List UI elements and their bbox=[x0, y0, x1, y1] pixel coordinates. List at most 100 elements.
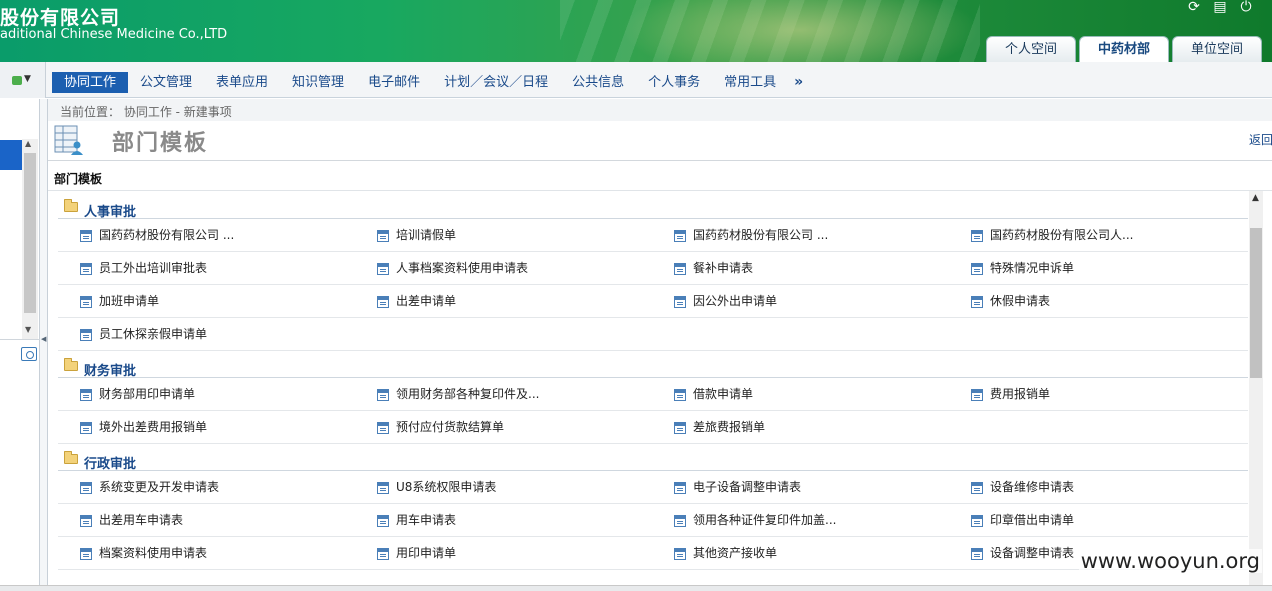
refresh-icon[interactable]: ⟳ bbox=[1186, 0, 1202, 14]
panel-splitter[interactable]: ◀ bbox=[40, 99, 47, 591]
nav-item-knowledge[interactable]: 知识管理 bbox=[280, 72, 356, 93]
category-finance[interactable]: 财务审批 bbox=[58, 352, 1248, 379]
template-item[interactable]: U8系统权限申请表 bbox=[355, 471, 652, 504]
template-item[interactable]: 差旅费报销单 bbox=[652, 411, 949, 444]
template-item[interactable]: 特殊情况申诉单 bbox=[949, 252, 1246, 285]
tab-herbal-dept[interactable]: 中药材部 bbox=[1079, 36, 1169, 62]
form-icon bbox=[377, 263, 389, 275]
main-area: 当前位置： 协同工作 - 新建事项 部门模板 返回 部门模板 人事审批 国药药材… bbox=[47, 99, 1272, 591]
form-icon bbox=[674, 389, 686, 401]
collapse-arrow-icon[interactable]: ◀ bbox=[41, 335, 46, 343]
chevron-down-icon: ▼ bbox=[24, 74, 31, 84]
template-item[interactable]: 出差申请单 bbox=[355, 285, 652, 318]
sidebar-divider bbox=[0, 339, 40, 340]
page-header: 部门模板 返回 bbox=[48, 121, 1272, 161]
template-item[interactable]: 领用各种证件复印件加盖... bbox=[652, 504, 949, 537]
form-icon bbox=[80, 263, 92, 275]
scroll-up-icon[interactable]: ▲ bbox=[1252, 193, 1259, 203]
sidebar-selected-item[interactable] bbox=[0, 140, 22, 170]
template-item[interactable]: 餐补申请表 bbox=[652, 252, 949, 285]
section-header: 部门模板 bbox=[48, 161, 1272, 191]
nav-item-schedule[interactable]: 计划／会议／日程 bbox=[432, 72, 560, 93]
form-icon bbox=[377, 482, 389, 494]
template-item[interactable]: 用印申请单 bbox=[355, 537, 652, 570]
template-item[interactable]: 因公外出申请单 bbox=[652, 285, 949, 318]
form-icon bbox=[377, 230, 389, 242]
status-bar bbox=[0, 585, 1272, 591]
check-icon bbox=[12, 76, 22, 85]
nav-item-personal[interactable]: 个人事务 bbox=[636, 72, 712, 93]
template-item[interactable]: 系统变更及开发申请表 bbox=[58, 471, 355, 504]
template-item[interactable]: 借款申请单 bbox=[652, 378, 949, 411]
template-item[interactable]: 境外出差费用报销单 bbox=[58, 411, 355, 444]
form-icon bbox=[971, 263, 983, 275]
form-icon bbox=[80, 422, 92, 434]
template-item[interactable]: 出差用车申请表 bbox=[58, 504, 355, 537]
template-item[interactable]: 其他资产接收单 bbox=[652, 537, 949, 570]
breadcrumb: 当前位置： 协同工作 - 新建事项 bbox=[48, 99, 1272, 121]
form-icon bbox=[674, 422, 686, 434]
form-icon bbox=[971, 515, 983, 527]
form-icon bbox=[971, 482, 983, 494]
tab-personal-space[interactable]: 个人空间 bbox=[986, 36, 1076, 62]
template-item[interactable]: 印章借出申请单 bbox=[949, 504, 1246, 537]
template-item[interactable]: 预付应付货款结算单 bbox=[355, 411, 652, 444]
content-scrollbar[interactable]: ▲ bbox=[1249, 191, 1263, 591]
template-item[interactable]: 设备维修申请表 bbox=[949, 471, 1246, 504]
nav-item-email[interactable]: 电子邮件 bbox=[356, 72, 432, 93]
template-icon bbox=[54, 125, 83, 155]
template-item[interactable]: 人事档案资料使用申请表 bbox=[355, 252, 652, 285]
form-icon bbox=[674, 548, 686, 560]
nav-more-button[interactable]: » bbox=[788, 72, 809, 93]
category-admin[interactable]: 行政审批 bbox=[58, 445, 1248, 472]
scroll-up-icon[interactable]: ▲ bbox=[25, 139, 31, 148]
company-name-cn: 股份有限公司 bbox=[0, 7, 121, 29]
header-glow bbox=[620, 0, 980, 62]
template-item[interactable]: 财务部用印申请单 bbox=[58, 378, 355, 411]
template-item[interactable]: 电子设备调整申请表 bbox=[652, 471, 949, 504]
form-icon bbox=[80, 548, 92, 560]
nav-menu: 协同工作 公文管理 表单应用 知识管理 电子邮件 计划／会议／日程 公共信息 个… bbox=[52, 72, 809, 93]
settings-icon[interactable] bbox=[21, 347, 37, 361]
template-item[interactable]: 员工外出培训审批表 bbox=[58, 252, 355, 285]
template-item[interactable]: 国药药材股份有限公司 ... bbox=[58, 219, 355, 252]
logout-icon[interactable]: ⏻ bbox=[1238, 0, 1254, 14]
nav-item-public-info[interactable]: 公共信息 bbox=[560, 72, 636, 93]
nav-item-forms[interactable]: 表单应用 bbox=[204, 72, 280, 93]
nav-item-tools[interactable]: 常用工具 bbox=[712, 72, 788, 93]
form-icon bbox=[377, 296, 389, 308]
back-link[interactable]: 返回 bbox=[1249, 131, 1272, 148]
template-item[interactable]: 休假申请表 bbox=[949, 285, 1246, 318]
sidebar-scrollbar[interactable]: ▲ ▼ bbox=[22, 139, 38, 339]
sidebar-scroll-thumb[interactable] bbox=[24, 153, 36, 313]
template-item[interactable]: 员工休探亲假申请单 bbox=[58, 318, 355, 351]
category-label: 人事审批 bbox=[84, 205, 137, 220]
nav-item-documents[interactable]: 公文管理 bbox=[128, 72, 204, 93]
form-icon bbox=[377, 548, 389, 560]
nav-quick-dropdown[interactable]: ▼ bbox=[0, 62, 46, 98]
template-item[interactable]: 国药药材股份有限公司 ... bbox=[652, 219, 949, 252]
category-hr[interactable]: 人事审批 bbox=[58, 193, 1248, 220]
form-icon bbox=[377, 422, 389, 434]
template-item[interactable]: 国药药材股份有限公司人... bbox=[949, 219, 1246, 252]
template-item[interactable]: 领用财务部各种复印件及... bbox=[355, 378, 652, 411]
form-icon bbox=[674, 515, 686, 527]
form-icon bbox=[971, 296, 983, 308]
template-item[interactable]: 费用报销单 bbox=[949, 378, 1246, 411]
table-row: 出差用车申请表 用车申请表 领用各种证件复印件加盖... 印章借出申请单 bbox=[58, 504, 1248, 537]
nav-item-collab[interactable]: 协同工作 bbox=[52, 72, 129, 93]
section-title: 部门模板 bbox=[54, 172, 103, 186]
template-item[interactable]: 培训请假单 bbox=[355, 219, 652, 252]
company-name-en: aditional Chinese Medicine Co.,LTD bbox=[0, 27, 228, 42]
tab-unit-space[interactable]: 单位空间 bbox=[1172, 36, 1262, 62]
scroll-down-icon[interactable]: ▼ bbox=[25, 325, 31, 334]
form-icon bbox=[674, 230, 686, 242]
template-item[interactable]: 档案资料使用申请表 bbox=[58, 537, 355, 570]
content-scroll-thumb[interactable] bbox=[1250, 228, 1262, 378]
form-icon bbox=[971, 230, 983, 242]
folder-icon bbox=[64, 451, 78, 464]
table-row: 系统变更及开发申请表 U8系统权限申请表 电子设备调整申请表 设备维修申请表 bbox=[58, 471, 1248, 504]
template-item[interactable]: 加班申请单 bbox=[58, 285, 355, 318]
export-icon[interactable]: ▤ bbox=[1212, 0, 1228, 14]
template-item[interactable]: 用车申请表 bbox=[355, 504, 652, 537]
